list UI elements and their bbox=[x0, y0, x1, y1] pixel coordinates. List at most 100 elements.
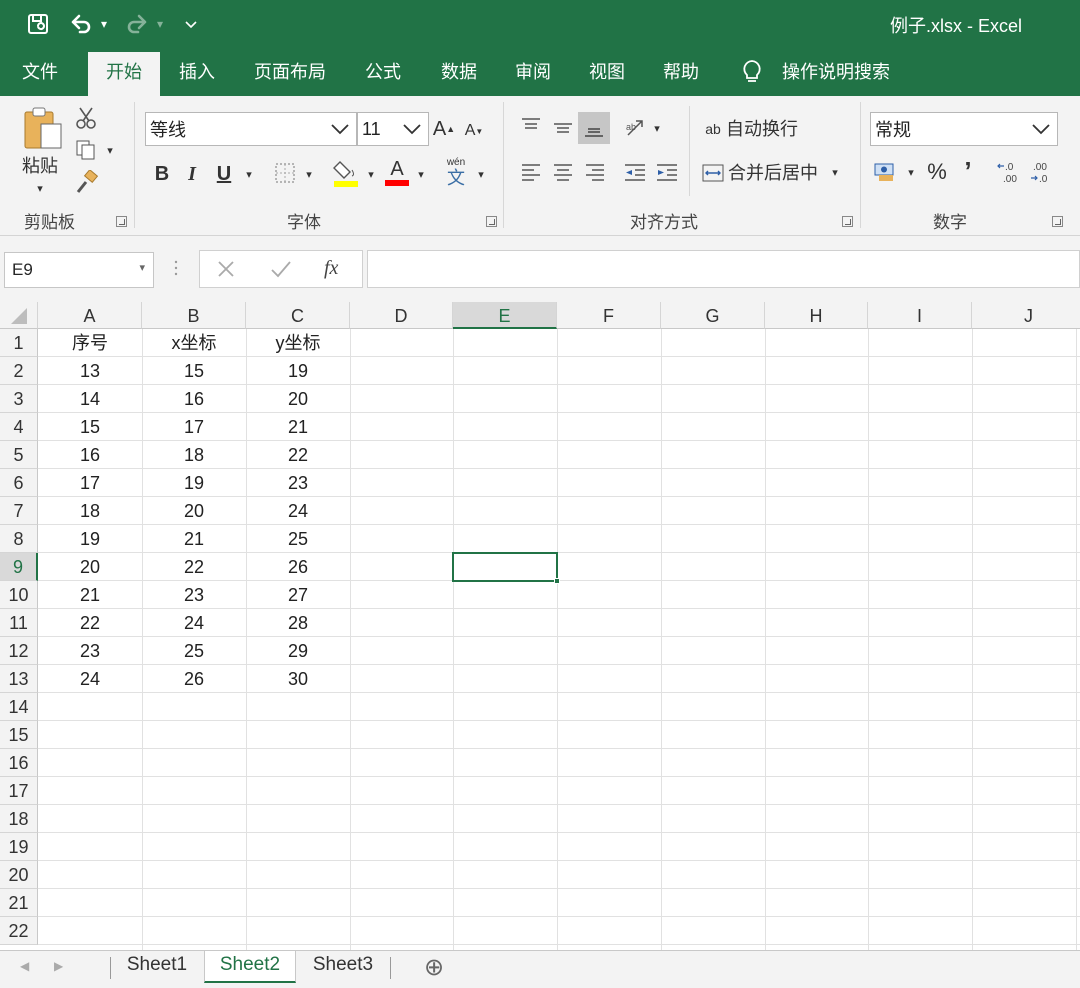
undo-icon[interactable] bbox=[66, 10, 96, 38]
cell-a10[interactable]: 21 bbox=[38, 581, 142, 609]
cell-c4[interactable]: 21 bbox=[246, 413, 350, 441]
cell-b7[interactable]: 20 bbox=[142, 497, 246, 525]
sheet-tab-sheet2[interactable]: Sheet2 bbox=[204, 951, 296, 983]
cell-a8[interactable]: 19 bbox=[38, 525, 142, 553]
cell-a12[interactable]: 23 bbox=[38, 637, 142, 665]
cell-b10[interactable]: 23 bbox=[142, 581, 246, 609]
row-header-12[interactable]: 12 bbox=[0, 637, 38, 665]
undo-dropdown-icon[interactable]: ▾ bbox=[96, 10, 112, 38]
cell-b8[interactable]: 21 bbox=[142, 525, 246, 553]
lightbulb-icon[interactable] bbox=[736, 48, 768, 96]
cell-a11[interactable]: 22 bbox=[38, 609, 142, 637]
number-format-combo[interactable]: 常规 bbox=[870, 112, 1058, 146]
cell-c2[interactable]: 19 bbox=[246, 357, 350, 385]
clipboard-launcher-icon[interactable] bbox=[116, 216, 127, 227]
chevron-down-icon[interactable] bbox=[1029, 117, 1053, 141]
cell-c12[interactable]: 29 bbox=[246, 637, 350, 665]
comma-style-button[interactable]: ’ bbox=[956, 156, 980, 186]
tab-help[interactable]: 帮助 bbox=[650, 48, 712, 96]
merge-center-icon[interactable] bbox=[700, 160, 726, 186]
row-header-13[interactable]: 13 bbox=[0, 665, 38, 693]
row-header-18[interactable]: 18 bbox=[0, 805, 38, 833]
cell-a5[interactable]: 16 bbox=[38, 441, 142, 469]
cell-c3[interactable]: 20 bbox=[246, 385, 350, 413]
cell-c5[interactable]: 22 bbox=[246, 441, 350, 469]
cell-a1[interactable]: 序号 bbox=[38, 329, 142, 357]
merge-center-button[interactable]: 合并后居中 bbox=[728, 158, 824, 186]
increase-indent-icon[interactable] bbox=[652, 158, 682, 188]
font-launcher-icon[interactable] bbox=[486, 216, 497, 227]
cell-b2[interactable]: 15 bbox=[142, 357, 246, 385]
select-all-corner[interactable] bbox=[0, 302, 38, 329]
font-color-dropdown-icon[interactable]: ▾ bbox=[414, 166, 428, 182]
worksheet-grid[interactable]: A B C D E F G H I J 1 2 3 4 5 6 7 8 9 10 11 12 13 14 15 16 17 18 19 2… bbox=[0, 302, 1080, 950]
cell-c7[interactable]: 24 bbox=[246, 497, 350, 525]
alignment-launcher-icon[interactable] bbox=[842, 216, 853, 227]
row-header-1[interactable]: 1 bbox=[0, 329, 38, 357]
row-header-11[interactable]: 11 bbox=[0, 609, 38, 637]
sheet-tab-sheet1[interactable]: Sheet1 bbox=[112, 951, 202, 983]
cell-a3[interactable]: 14 bbox=[38, 385, 142, 413]
row-header-5[interactable]: 5 bbox=[0, 441, 38, 469]
cell-a13[interactable]: 24 bbox=[38, 665, 142, 693]
enter-icon[interactable] bbox=[270, 259, 292, 284]
tab-file[interactable]: 文件 bbox=[8, 48, 72, 96]
cell-b12[interactable]: 25 bbox=[142, 637, 246, 665]
accounting-dropdown-icon[interactable]: ▾ bbox=[904, 164, 918, 180]
underline-dropdown-icon[interactable]: ▾ bbox=[242, 166, 256, 182]
percent-button[interactable]: % bbox=[922, 158, 952, 186]
insert-function-icon[interactable]: fx bbox=[324, 257, 338, 280]
cancel-icon[interactable] bbox=[216, 259, 236, 284]
accounting-format-icon[interactable] bbox=[870, 158, 902, 186]
row-header-19[interactable]: 19 bbox=[0, 833, 38, 861]
row-header-22[interactable]: 22 bbox=[0, 917, 38, 945]
paste-icon[interactable] bbox=[20, 104, 66, 152]
paste-dropdown-icon[interactable]: ▾ bbox=[32, 180, 48, 196]
format-painter-icon[interactable] bbox=[72, 168, 100, 196]
italic-button[interactable]: I bbox=[180, 160, 204, 188]
copy-icon[interactable] bbox=[72, 136, 100, 164]
cell-b6[interactable]: 19 bbox=[142, 469, 246, 497]
align-middle-icon[interactable] bbox=[548, 112, 578, 142]
font-name-combo[interactable]: 等线 bbox=[145, 112, 357, 146]
row-header-7[interactable]: 7 bbox=[0, 497, 38, 525]
column-header-h[interactable]: H bbox=[765, 302, 868, 329]
tab-view[interactable]: 视图 bbox=[576, 48, 638, 96]
orientation-dropdown-icon[interactable]: ▾ bbox=[650, 120, 664, 136]
copy-dropdown-icon[interactable]: ▾ bbox=[102, 142, 118, 158]
cell-b13[interactable]: 26 bbox=[142, 665, 246, 693]
paste-button[interactable]: 粘贴 bbox=[16, 152, 64, 178]
cell-a9[interactable]: 20 bbox=[38, 553, 142, 581]
cell-b1[interactable]: x坐标 bbox=[142, 329, 246, 357]
name-box[interactable]: E9 ▾ bbox=[4, 252, 154, 288]
fill-color-dropdown-icon[interactable]: ▾ bbox=[364, 166, 378, 182]
cell-b3[interactable]: 16 bbox=[142, 385, 246, 413]
column-header-d[interactable]: D bbox=[350, 302, 453, 329]
tab-page-layout[interactable]: 页面布局 bbox=[244, 48, 336, 96]
sheet-tab-sheet3[interactable]: Sheet3 bbox=[298, 951, 388, 983]
border-dropdown-icon[interactable]: ▾ bbox=[302, 166, 316, 182]
chevron-down-icon[interactable] bbox=[400, 117, 424, 141]
row-header-2[interactable]: 2 bbox=[0, 357, 38, 385]
cell-c6[interactable]: 23 bbox=[246, 469, 350, 497]
column-header-i[interactable]: I bbox=[868, 302, 972, 329]
border-icon[interactable] bbox=[270, 158, 300, 188]
cell-c8[interactable]: 25 bbox=[246, 525, 350, 553]
active-cell-selection[interactable] bbox=[452, 552, 560, 584]
decrease-indent-icon[interactable] bbox=[620, 158, 650, 188]
number-launcher-icon[interactable] bbox=[1052, 216, 1063, 227]
tab-insert[interactable]: 插入 bbox=[166, 48, 228, 96]
cell-c13[interactable]: 30 bbox=[246, 665, 350, 693]
row-header-21[interactable]: 21 bbox=[0, 889, 38, 917]
grow-font-button[interactable]: A ▲ bbox=[430, 114, 458, 144]
tab-formulas[interactable]: 公式 bbox=[352, 48, 414, 96]
tab-data[interactable]: 数据 bbox=[428, 48, 490, 96]
row-header-15[interactable]: 15 bbox=[0, 721, 38, 749]
row-header-3[interactable]: 3 bbox=[0, 385, 38, 413]
cell-b11[interactable]: 24 bbox=[142, 609, 246, 637]
tell-me-search[interactable]: 操作说明搜索 bbox=[776, 48, 896, 96]
column-header-f[interactable]: F bbox=[557, 302, 661, 329]
column-header-j[interactable]: J bbox=[972, 302, 1080, 329]
align-top-icon[interactable] bbox=[516, 112, 546, 142]
row-header-8[interactable]: 8 bbox=[0, 525, 38, 553]
